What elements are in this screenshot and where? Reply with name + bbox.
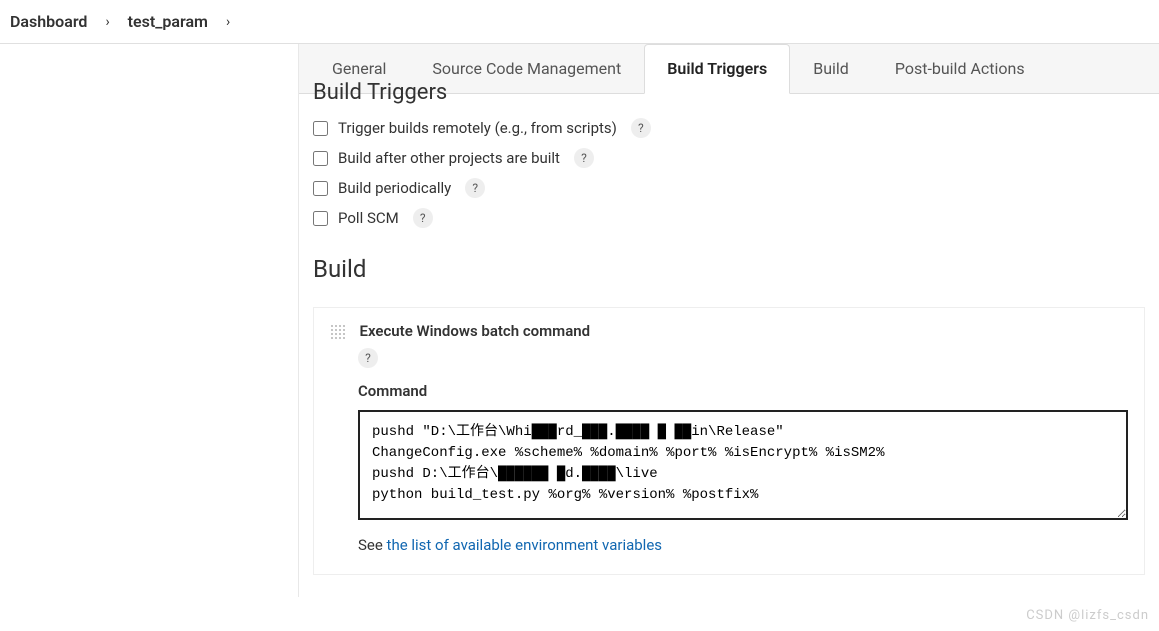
env-vars-link[interactable]: the list of available environment variab… bbox=[387, 536, 662, 554]
breadcrumb-dashboard[interactable]: Dashboard bbox=[10, 12, 87, 31]
trigger-after-checkbox[interactable] bbox=[313, 151, 328, 166]
trigger-after-label: Build after other projects are built bbox=[338, 149, 560, 167]
help-icon[interactable]: ? bbox=[413, 208, 433, 228]
build-step: Execute Windows batch command ? Command … bbox=[313, 307, 1145, 575]
tab-post-build[interactable]: Post-build Actions bbox=[872, 44, 1048, 93]
trigger-pollscm-checkbox[interactable] bbox=[313, 211, 328, 226]
trigger-row-after: Build after other projects are built ? bbox=[313, 143, 1145, 173]
build-step-title: Execute Windows batch command bbox=[359, 322, 590, 340]
command-textarea[interactable] bbox=[358, 410, 1128, 520]
help-icon[interactable]: ? bbox=[358, 348, 378, 368]
sidebar bbox=[0, 44, 298, 597]
config-content: General Source Code Management Build Tri… bbox=[298, 44, 1159, 597]
watermark: CSDN @lizfs_csdn bbox=[1026, 608, 1149, 623]
tab-build[interactable]: Build bbox=[790, 44, 872, 93]
chevron-right-icon: › bbox=[105, 14, 109, 30]
see-prefix: See bbox=[358, 536, 387, 554]
build-heading: Build bbox=[313, 233, 1145, 301]
breadcrumb: Dashboard › test_param › bbox=[0, 0, 1159, 44]
tab-build-triggers[interactable]: Build Triggers bbox=[644, 44, 790, 94]
trigger-remote-checkbox[interactable] bbox=[313, 121, 328, 136]
chevron-right-icon: › bbox=[226, 14, 230, 30]
env-vars-hint: See the list of available environment va… bbox=[358, 536, 1128, 554]
trigger-remote-label: Trigger builds remotely (e.g., from scri… bbox=[338, 119, 617, 137]
trigger-row-periodic: Build periodically ? bbox=[313, 173, 1145, 203]
help-icon[interactable]: ? bbox=[465, 178, 485, 198]
trigger-pollscm-label: Poll SCM bbox=[338, 209, 399, 227]
trigger-periodic-label: Build periodically bbox=[338, 179, 451, 197]
help-icon[interactable]: ? bbox=[574, 148, 594, 168]
command-label: Command bbox=[358, 382, 1128, 400]
trigger-row-pollscm: Poll SCM ? bbox=[313, 203, 1145, 233]
breadcrumb-project[interactable]: test_param bbox=[128, 12, 208, 31]
drag-handle-icon[interactable] bbox=[330, 324, 346, 340]
trigger-periodic-checkbox[interactable] bbox=[313, 181, 328, 196]
help-icon[interactable]: ? bbox=[631, 118, 651, 138]
trigger-row-remote: Trigger builds remotely (e.g., from scri… bbox=[313, 113, 1145, 143]
